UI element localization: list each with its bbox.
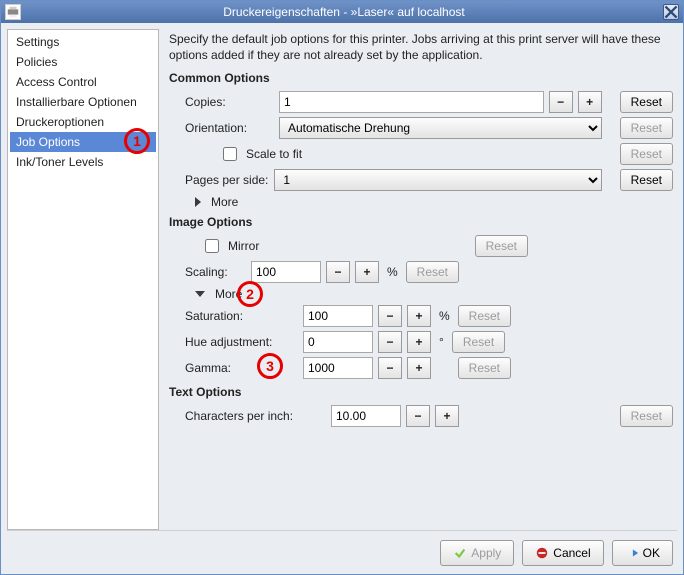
apply-button[interactable]: Apply	[440, 540, 514, 566]
sidebar-item-label: Job Options	[16, 135, 80, 149]
gamma-increment-button[interactable]: +	[407, 357, 431, 379]
row-scale-to-fit: Scale to fit Reset	[185, 143, 673, 165]
copies-increment-button[interactable]: +	[578, 91, 602, 113]
label-orientation: Orientation:	[185, 121, 273, 135]
row-cpi: Characters per inch: − + Reset	[185, 405, 673, 427]
expander-common-more[interactable]: More	[195, 195, 673, 209]
description-text: Specify the default job options for this…	[169, 31, 673, 63]
cpi-decrement-button[interactable]: −	[406, 405, 430, 427]
app-icon	[5, 4, 21, 20]
saturation-percent: %	[439, 309, 450, 323]
ok-label: OK	[643, 546, 660, 560]
copies-decrement-button[interactable]: −	[549, 91, 573, 113]
saturation-input[interactable]	[303, 305, 373, 327]
main-panel: Specify the default job options for this…	[165, 29, 677, 530]
row-hue: Hue adjustment: − + ° Reset	[185, 331, 673, 353]
cancel-button[interactable]: Cancel	[522, 540, 603, 566]
triangle-down-icon	[195, 291, 205, 297]
label-hue: Hue adjustment:	[185, 335, 297, 349]
heading-common-options: Common Options	[169, 71, 673, 85]
pages-per-side-reset-button[interactable]: Reset	[620, 169, 673, 191]
window-title: Druckereigenschaften - »Laser« auf local…	[25, 5, 663, 19]
triangle-right-icon	[195, 197, 201, 207]
sidebar-item-settings[interactable]: Settings	[10, 32, 156, 52]
cpi-input[interactable]	[331, 405, 401, 427]
copies-input[interactable]	[279, 91, 544, 113]
scaling-increment-button[interactable]: +	[355, 261, 379, 283]
annotation-1: 1	[124, 128, 150, 154]
cpi-reset-button[interactable]: Reset	[620, 405, 673, 427]
sidebar-item-job-options[interactable]: Job Options 1	[10, 132, 156, 152]
row-pages-per-side: Pages per side: 1 Reset	[185, 169, 673, 191]
gamma-input[interactable]	[303, 357, 373, 379]
sidebar: Settings Policies Access Control Install…	[7, 29, 159, 530]
row-gamma: Gamma: − + % Reset 3	[185, 357, 673, 379]
hue-decrement-button[interactable]: −	[378, 331, 402, 353]
mirror-reset-button[interactable]: Reset	[475, 235, 528, 257]
heading-image-options: Image Options	[169, 215, 673, 229]
mirror-checkbox-label[interactable]: Mirror	[201, 236, 259, 256]
orientation-reset-button[interactable]: Reset	[620, 117, 673, 139]
apply-label: Apply	[471, 546, 501, 560]
orientation-select[interactable]: Automatische Drehung	[279, 117, 602, 139]
gamma-reset-button[interactable]: Reset	[458, 357, 511, 379]
label-cpi: Characters per inch:	[185, 409, 325, 423]
hue-increment-button[interactable]: +	[407, 331, 431, 353]
more-label-image: More	[215, 287, 242, 301]
ok-button[interactable]: OK	[612, 540, 673, 566]
hue-input[interactable]	[303, 331, 373, 353]
scale-to-fit-checkbox-label[interactable]: Scale to fit	[219, 144, 302, 164]
mirror-checkbox[interactable]	[205, 239, 219, 253]
label-copies: Copies:	[185, 95, 273, 109]
label-pages-per-side: Pages per side:	[185, 173, 268, 187]
scaling-decrement-button[interactable]: −	[326, 261, 350, 283]
copies-reset-button[interactable]: Reset	[620, 91, 673, 113]
mirror-text: Mirror	[228, 239, 259, 253]
scale-to-fit-reset-button[interactable]: Reset	[620, 143, 673, 165]
row-copies: Copies: − + Reset	[185, 91, 673, 113]
row-scaling: Scaling: − + % Reset	[185, 261, 673, 283]
label-saturation: Saturation:	[185, 309, 297, 323]
label-gamma: Gamma:	[185, 361, 297, 375]
label-scaling: Scaling:	[185, 265, 245, 279]
saturation-increment-button[interactable]: +	[407, 305, 431, 327]
close-icon	[664, 5, 678, 19]
scale-to-fit-text: Scale to fit	[246, 147, 302, 161]
expander-image-more[interactable]: More 2	[195, 287, 673, 301]
row-saturation: Saturation: − + % Reset	[185, 305, 673, 327]
cancel-icon	[535, 546, 549, 560]
cancel-label: Cancel	[553, 546, 590, 560]
more-label: More	[211, 195, 238, 209]
scale-to-fit-checkbox[interactable]	[223, 147, 237, 161]
hue-reset-button[interactable]: Reset	[452, 331, 505, 353]
sidebar-item-access-control[interactable]: Access Control	[10, 72, 156, 92]
sidebar-item-printer-options[interactable]: Druckeroptionen	[10, 112, 156, 132]
cpi-increment-button[interactable]: +	[435, 405, 459, 427]
titlebar[interactable]: Druckereigenschaften - »Laser« auf local…	[1, 1, 683, 23]
saturation-decrement-button[interactable]: −	[378, 305, 402, 327]
heading-text-options: Text Options	[169, 385, 673, 399]
scaling-reset-button[interactable]: Reset	[406, 261, 459, 283]
scaling-percent: %	[387, 265, 398, 279]
close-button[interactable]	[663, 4, 679, 20]
row-mirror: Mirror Reset	[185, 235, 673, 257]
sidebar-item-ink-toner-levels[interactable]: Ink/Toner Levels	[10, 152, 156, 172]
sidebar-item-installable-options[interactable]: Installierbare Optionen	[10, 92, 156, 112]
button-bar: Apply Cancel OK	[7, 530, 677, 574]
pages-per-side-select[interactable]: 1	[274, 169, 601, 191]
ok-icon	[625, 546, 639, 560]
checkmark-icon	[453, 546, 467, 560]
sidebar-item-policies[interactable]: Policies	[10, 52, 156, 72]
printer-properties-window: Druckereigenschaften - »Laser« auf local…	[0, 0, 684, 575]
saturation-reset-button[interactable]: Reset	[458, 305, 511, 327]
content-area: Settings Policies Access Control Install…	[1, 23, 683, 530]
scaling-input[interactable]	[251, 261, 321, 283]
hue-degree: °	[439, 335, 444, 349]
row-orientation: Orientation: Automatische Drehung Reset	[185, 117, 673, 139]
gamma-decrement-button[interactable]: −	[378, 357, 402, 379]
